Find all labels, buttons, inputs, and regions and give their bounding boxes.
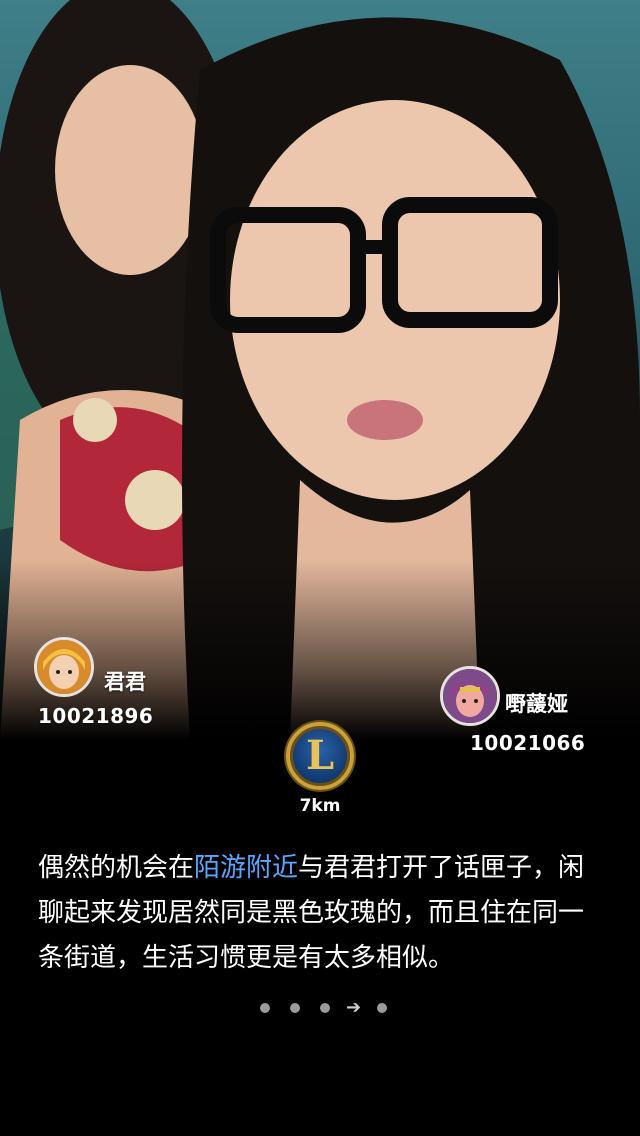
story-text: 偶然的机会在陌游附近与君君打开了话匣子，闲聊起来发现居然同是黑色玫瑰的，而且住在…	[38, 846, 608, 981]
page-dot[interactable]	[320, 1003, 330, 1013]
page-dot[interactable]	[260, 1003, 270, 1013]
user-name: 君君	[104, 670, 146, 694]
user-id: 10021066	[470, 731, 586, 755]
page-indicator[interactable]: ➔	[250, 998, 397, 1018]
user-id: 10021896	[38, 704, 154, 728]
arrow-right-icon[interactable]: ➔	[346, 999, 361, 1017]
avatar[interactable]	[34, 637, 94, 697]
nearby-link[interactable]: 陌游附近	[194, 853, 298, 883]
page-dot[interactable]	[377, 1003, 388, 1013]
user-name: 嘢蘐娅	[505, 692, 568, 716]
avatar-icon	[443, 669, 497, 723]
emblem-letter: L	[305, 732, 335, 779]
page-dot[interactable]	[290, 1003, 300, 1013]
league-emblem-icon: L	[286, 722, 354, 790]
avatar[interactable]	[440, 666, 500, 726]
screen: 君君 10021896 嘢蘐娅 10021066 L 7km 偶然的机会在陌游附…	[0, 0, 640, 1136]
cover-photo	[0, 0, 640, 740]
avatar-icon	[37, 640, 91, 694]
story-text-before: 偶然的机会在	[38, 853, 195, 883]
distance-label: 7km	[299, 796, 341, 816]
